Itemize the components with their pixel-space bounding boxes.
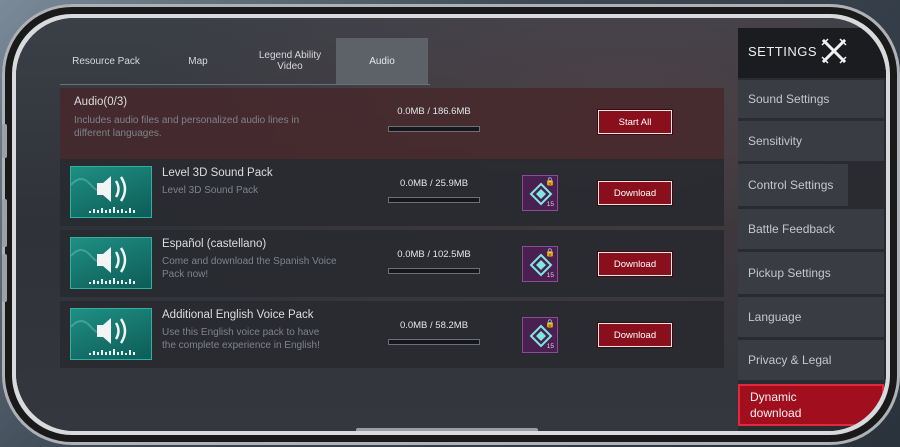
sidebar-item-control-settings[interactable]: Control Settings: [738, 164, 848, 206]
download-button[interactable]: Download: [598, 252, 672, 276]
sidebar-item-pickup-settings[interactable]: Pickup Settings: [738, 252, 884, 294]
pack-size: 0.0MB / 58.2MB: [399, 320, 469, 331]
audio-summary-row: Audio(0/3) Includes audio files and pers…: [60, 88, 724, 162]
tab-map[interactable]: Map: [152, 38, 244, 84]
download-button[interactable]: Download: [598, 181, 672, 205]
sidebar-item-sound-settings[interactable]: Sound Settings: [738, 80, 884, 118]
home-indicator[interactable]: [356, 428, 538, 431]
pack-description: Come and download the Spanish Voice Pack…: [162, 256, 337, 280]
side-button: [2, 254, 7, 302]
pack-progress-bar: [388, 339, 480, 345]
badge-count: 15: [546, 343, 554, 350]
lock-icon: 🔒: [545, 319, 555, 328]
side-button: [2, 124, 7, 158]
sidebar-item-sensitivity[interactable]: Sensitivity: [738, 121, 884, 161]
lock-icon: 🔒: [545, 177, 555, 186]
reward-badge-icon: 🔒 15: [522, 246, 558, 282]
summary-size: 0.0MB / 186.6MB: [397, 106, 471, 117]
settings-sidebar: SETTINGS Sound Settings Sensitivity Cont…: [738, 28, 886, 431]
pack-title: Level 3D Sound Pack: [162, 167, 273, 179]
corner-indicator-icon: [872, 414, 878, 420]
pack-row: Level 3D Sound Pack Level 3D Sound Pack …: [60, 159, 724, 226]
sidebar-header: SETTINGS: [738, 28, 886, 78]
sidebar-item-language[interactable]: Language: [738, 297, 884, 337]
pack-progress-bar: [388, 268, 480, 274]
pack-row: Español (castellano) Come and download t…: [60, 230, 724, 297]
pack-description: Use this English voice pack to have the …: [162, 327, 320, 351]
sidebar-item-privacy-legal[interactable]: Privacy & Legal: [738, 340, 884, 380]
download-button[interactable]: Download: [598, 323, 672, 347]
badge-count: 15: [546, 272, 554, 279]
reward-badge-icon: 🔒 15: [522, 175, 558, 211]
pack-row: Additional English Voice Pack Use this E…: [60, 301, 724, 368]
sidebar-item-battle-feedback[interactable]: Battle Feedback: [738, 209, 884, 249]
speaker-thumbnail-icon: [70, 237, 152, 289]
tab-audio[interactable]: Audio: [336, 38, 428, 84]
tab-bar: Resource Pack Map Legend Ability Video A…: [60, 38, 428, 86]
sidebar-item-dynamic-download[interactable]: Dynamic download: [738, 384, 884, 426]
speaker-thumbnail-icon: [70, 166, 152, 218]
reward-badge-icon: 🔒 15: [522, 317, 558, 353]
pack-description: Level 3D Sound Pack: [162, 185, 259, 196]
settings-title: SETTINGS: [748, 44, 818, 59]
close-icon[interactable]: [820, 37, 848, 65]
tab-legend-ability-video[interactable]: Legend Ability Video: [244, 38, 336, 84]
game-screen: Resource Pack Map Legend Ability Video A…: [16, 18, 886, 431]
badge-count: 15: [546, 201, 554, 208]
lock-icon: 🔒: [545, 248, 555, 257]
start-all-button[interactable]: Start All: [598, 110, 672, 134]
pack-size: 0.0MB / 102.5MB: [397, 249, 471, 260]
speaker-thumbnail-icon: [70, 308, 152, 360]
pack-title: Español (castellano): [162, 238, 267, 250]
pack-title: Additional English Voice Pack: [162, 309, 314, 321]
summary-description: Includes audio files and personalized au…: [74, 115, 300, 139]
tab-resource-pack[interactable]: Resource Pack: [60, 38, 152, 84]
sidebar-item-label: Dynamic download: [750, 390, 802, 420]
summary-progress-bar: [388, 126, 480, 132]
pack-size: 0.0MB / 25.9MB: [399, 178, 469, 189]
phone-frame: Resource Pack Map Legend Ability Video A…: [2, 4, 900, 445]
pack-progress-bar: [388, 197, 480, 203]
tab-divider: [60, 84, 430, 85]
side-button: [2, 199, 7, 247]
summary-title: Audio(0/3): [74, 96, 128, 108]
